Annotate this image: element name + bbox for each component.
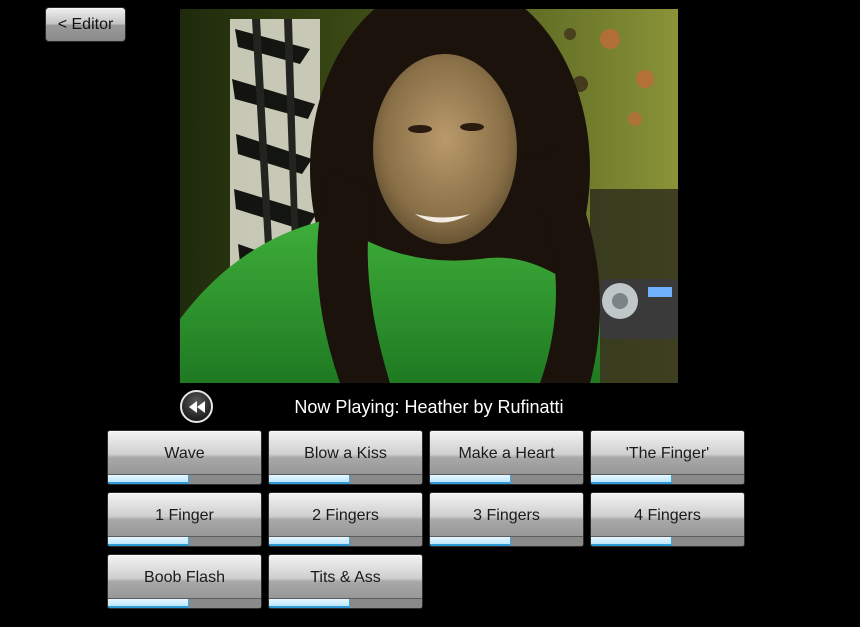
combo-action-button[interactable]: Tits & Ass [268,554,423,609]
action-progress-track [269,536,422,546]
action-label: 2 Fingers [312,507,379,524]
the-finger-button[interactable]: 'The Finger' [590,430,745,485]
action-progress-fill [269,599,351,608]
action-progress-track [269,598,422,608]
action-progress-fill [108,599,190,608]
now-playing-label: Now Playing: Heather by Rufinatti [294,397,564,417]
action-progress-fill [430,475,512,484]
action-label: Wave [164,445,205,462]
action-progress-fill [591,475,673,484]
action-progress-track [430,536,583,546]
action-label: Make a Heart [458,445,555,462]
action-progress-fill [269,537,351,546]
action-progress-track [269,474,422,484]
action-progress-fill [591,537,673,546]
action-label: Tits & Ass [310,569,381,586]
blow-a-kiss-button[interactable]: Blow a Kiss [268,430,423,485]
rewind-button[interactable] [180,390,213,423]
action-label: 3 Fingers [473,507,540,524]
action-progress-fill [108,475,190,484]
two-fingers-button[interactable]: 2 Fingers [268,492,423,547]
action-label: 'The Finger' [625,445,710,462]
action-progress-track [108,536,261,546]
editor-back-label: < Editor [57,15,114,33]
action-progress-track [430,474,583,484]
action-label: 4 Fingers [634,507,701,524]
action-progress-track [108,474,261,484]
action-label: 1 Finger [155,507,214,524]
flash-action-button[interactable]: Boob Flash [107,554,262,609]
video-frame-image [180,9,678,383]
action-progress-fill [108,537,190,546]
video-player[interactable] [180,9,678,383]
wave-button[interactable]: Wave [107,430,262,485]
editor-back-button[interactable]: < Editor [45,7,126,42]
three-fingers-button[interactable]: 3 Fingers [429,492,584,547]
one-finger-button[interactable]: 1 Finger [107,492,262,547]
rewind-icon [188,400,205,413]
action-progress-track [108,598,261,608]
four-fingers-button[interactable]: 4 Fingers [590,492,745,547]
action-progress-track [591,536,744,546]
action-label: Boob Flash [144,569,225,586]
action-progress-fill [269,475,351,484]
action-progress-fill [430,537,512,546]
action-label: Blow a Kiss [304,445,387,462]
make-a-heart-button[interactable]: Make a Heart [429,430,584,485]
action-progress-track [591,474,744,484]
